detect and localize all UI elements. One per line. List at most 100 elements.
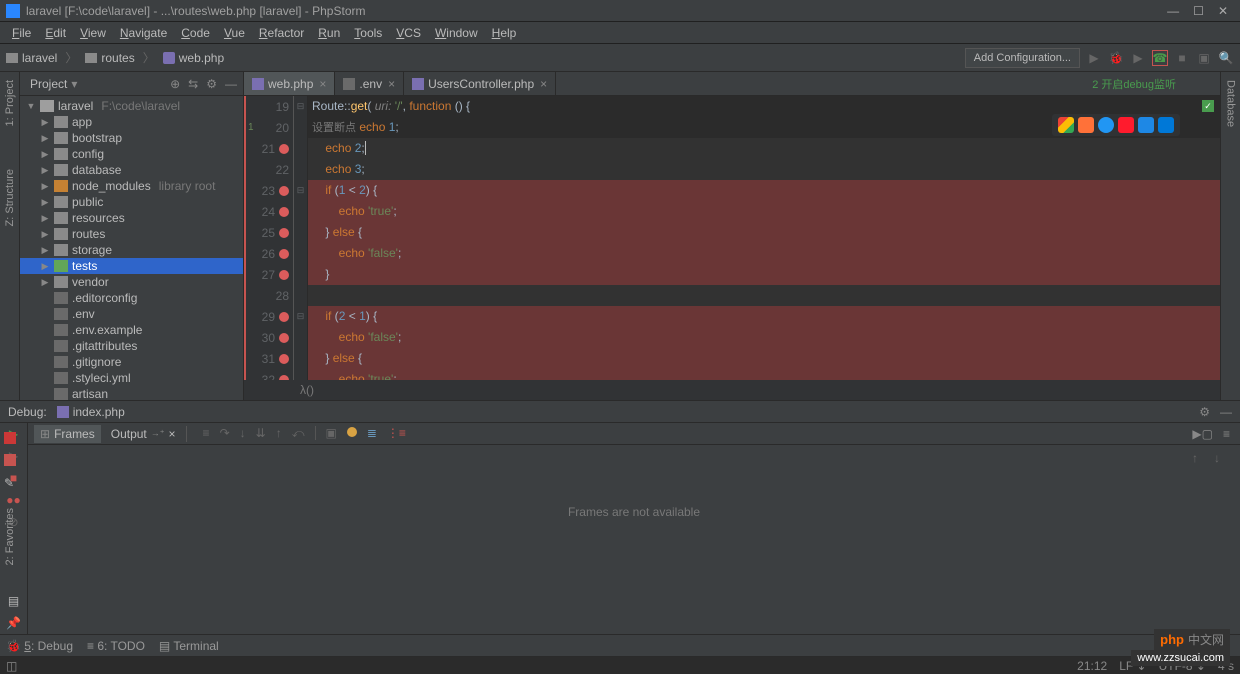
status-tab-5debug[interactable]: 🐞 5: Debug [6,639,73,653]
code-line[interactable]: } else { [308,348,1220,369]
breakpoint-icon[interactable] [279,207,289,217]
menu-refactor[interactable]: Refactor [253,24,310,42]
code-line[interactable]: echo 'true'; [308,201,1220,222]
more-icon[interactable]: ⋮≡ [387,426,406,441]
run-icon[interactable]: ▶ [1086,50,1102,66]
breadcrumb-item[interactable]: web.php [163,51,224,65]
fold-marker[interactable] [294,201,307,222]
menu-vue[interactable]: Vue [218,24,251,42]
gutter-line[interactable]: 27 [246,264,293,285]
code-line[interactable]: echo 'false'; [308,327,1220,348]
fold-marker[interactable] [294,222,307,243]
fold-marker[interactable] [294,327,307,348]
tree-item[interactable]: ▶routes [20,226,243,242]
settings-icon[interactable]: ⚙ [206,77,217,91]
breakpoint-icon[interactable] [279,312,289,322]
breakpoint-icon[interactable] [279,375,289,381]
code-line[interactable]: } else { [308,222,1220,243]
menu-help[interactable]: Help [486,24,523,42]
gutter-line[interactable]: 19 [246,96,293,117]
fold-marker[interactable] [294,159,307,180]
settings2-icon[interactable]: ≡ [1223,427,1230,441]
gutter-line[interactable]: 32 [246,369,293,380]
menu-file[interactable]: File [6,24,37,42]
trace-icon[interactable]: ≣ [367,426,377,441]
search-everywhere-icon[interactable]: 🔍 [1218,50,1234,66]
menu-tools[interactable]: Tools [348,24,388,42]
fold-marker[interactable] [294,117,307,138]
gutter-line[interactable]: 29 [246,306,293,327]
hide-icon[interactable]: — [225,77,237,91]
breadcrumb-item[interactable]: laravel [6,51,57,65]
project-tree[interactable]: ▼laravelF:\code\laravel▶app▶bootstrap▶co… [20,96,243,400]
npm-icon[interactable] [4,432,16,444]
fold-marker[interactable]: ⊟ [294,306,307,327]
output-tab[interactable]: Output→⁺× [105,425,182,443]
debug-settings-icon[interactable]: ⚙ [1199,405,1210,419]
fold-marker[interactable]: ⊟ [294,180,307,201]
menu-view[interactable]: View [74,24,112,42]
menu-edit[interactable]: Edit [39,24,72,42]
tree-item[interactable]: ▶public [20,194,243,210]
close-tab-icon[interactable]: × [319,77,326,91]
debug-hide-icon[interactable]: — [1220,405,1232,419]
gutter-line[interactable]: 28 [246,285,293,306]
tree-item[interactable]: ▶app [20,114,243,130]
code-line[interactable]: if (2 < 1) { [308,306,1220,327]
tree-item[interactable]: artisan [20,386,243,400]
fold-marker[interactable] [294,264,307,285]
tree-item[interactable]: ▶database [20,162,243,178]
breadcrumb-item[interactable]: routes [85,51,134,65]
next-frame-icon[interactable]: ↓ [1214,451,1220,465]
tool-database[interactable]: Database [1223,76,1239,131]
gutter-line[interactable]: 26 [246,243,293,264]
tree-item[interactable]: ▶tests [20,258,243,274]
menu-window[interactable]: Window [429,24,484,42]
code-line[interactable]: echo 3; [308,159,1220,180]
add-configuration-button[interactable]: Add Configuration... [965,48,1080,68]
close-tab-icon[interactable]: × [388,77,395,91]
gutter-line[interactable]: 25 [246,222,293,243]
menu-navigate[interactable]: Navigate [114,24,173,42]
run-to-cursor-icon[interactable]: ▣ [326,426,337,441]
gutter-line[interactable]: 31 [246,348,293,369]
stop-icon[interactable]: ■ [1174,50,1190,66]
tree-item[interactable]: ▶resources [20,210,243,226]
pin-icon[interactable]: 📌 [0,612,27,634]
tree-item[interactable]: ▶bootstrap [20,130,243,146]
code-line[interactable] [308,285,1220,306]
tree-item[interactable]: ▶storage [20,242,243,258]
step-out-icon[interactable]: ↑ [276,426,282,441]
fold-marker[interactable] [294,285,307,306]
quick-access-icon[interactable]: ◫ [6,659,17,673]
breakpoint-icon[interactable] [279,270,289,280]
editor-tab[interactable]: web.php× [244,72,335,95]
gutter-line[interactable]: 24 [246,201,293,222]
layout-settings-icon[interactable]: ▤ [0,590,27,612]
tool-project[interactable]: 1: Project [2,76,18,130]
menu-vcs[interactable]: VCS [390,24,427,42]
layout-icon[interactable]: ▣ [1196,50,1212,66]
code-line[interactable]: 设置断点 echo 1; [308,117,1220,138]
gutter-line[interactable]: 30 [246,327,293,348]
fold-marker[interactable] [294,348,307,369]
force-step-into-icon[interactable]: ⇊ [256,426,266,441]
close-icon[interactable]: ✕ [1218,4,1228,18]
editor-tab[interactable]: .env× [335,72,404,95]
breakpoint-icon[interactable] [279,144,289,154]
debug-icon[interactable]: 🐞 [1108,50,1124,66]
fold-marker[interactable] [294,243,307,264]
tree-item[interactable]: .styleci.yml [20,370,243,386]
breakpoint-icon[interactable] [279,354,289,364]
close-tab-icon[interactable]: × [540,77,547,91]
tree-item[interactable]: .env [20,306,243,322]
code-line[interactable]: echo 2; [308,138,1220,159]
step-over-icon[interactable]: ↷ [220,426,230,441]
fold-marker[interactable] [294,138,307,159]
maximize-icon[interactable]: ☐ [1193,4,1204,18]
step-into-icon[interactable]: ↓ [240,426,246,441]
code-line[interactable]: } [308,264,1220,285]
gutter-line[interactable]: 120 [246,117,293,138]
status-tab-6todo[interactable]: ≡ 6: TODO [87,639,145,653]
select-opened-file-icon[interactable]: ⊕ [170,77,180,91]
